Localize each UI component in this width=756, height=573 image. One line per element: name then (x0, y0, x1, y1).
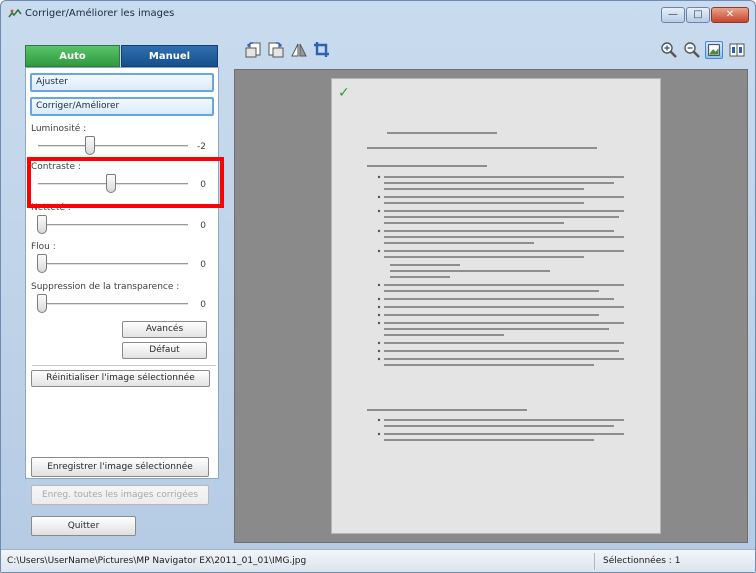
window-controls: — □ ✕ (661, 7, 749, 23)
blur-slider-track[interactable] (38, 263, 188, 265)
show-through-removal-slider-thumb[interactable] (37, 294, 47, 313)
maximize-button[interactable]: □ (686, 7, 710, 23)
brightness-slider-track[interactable] (38, 145, 188, 147)
status-separator (594, 553, 595, 570)
blur-value: 0 (200, 260, 206, 270)
brightness-highlight-box (27, 157, 224, 208)
rotate-left-icon[interactable] (244, 41, 262, 59)
sharpness-slider-thumb[interactable] (37, 215, 47, 234)
brightness-label: Luminosité : (31, 124, 87, 134)
zoom-out-icon[interactable] (683, 41, 701, 59)
settings-panel: Auto Manuel Ajuster Corriger/Améliorer L… (11, 39, 231, 539)
advanced-button[interactable]: Avancés (122, 321, 207, 338)
app-icon (8, 8, 22, 18)
tab-manual[interactable]: Manuel (121, 45, 218, 67)
tab-auto[interactable]: Auto (25, 45, 120, 67)
zoom-in-icon[interactable] (660, 41, 678, 59)
scanned-page-thumbnail: ✓ (331, 78, 661, 534)
sharpness-value: 0 (200, 221, 206, 231)
show-through-removal-value: 0 (200, 300, 206, 310)
save-selected-image-button[interactable]: Enregistrer l'image sélectionnée (31, 457, 209, 477)
minimize-button[interactable]: — (661, 7, 685, 23)
default-button[interactable]: Défaut (122, 342, 207, 359)
compare-view-icon[interactable] (728, 41, 746, 59)
maximize-icon: □ (693, 9, 703, 20)
adjust-section-button[interactable]: Ajuster (30, 73, 214, 92)
blur-label: Flou : (31, 242, 56, 252)
rotate-right-icon[interactable] (267, 41, 285, 59)
file-path: C:\Users\UserName\Pictures\MP Navigator … (7, 556, 307, 566)
window-title: Corriger/Améliorer les images (25, 8, 175, 19)
scanned-text-lines (367, 132, 624, 441)
selected-count: Sélectionnées : 1 (603, 556, 681, 566)
sharpness-slider-track[interactable] (38, 224, 188, 226)
title-bar: Corriger/Améliorer les images — □ ✕ (1, 1, 755, 29)
show-through-removal-slider-track[interactable] (38, 303, 188, 305)
save-all-corrected-images-button: Enreg. toutes les images corrigées (31, 485, 209, 505)
close-button[interactable]: ✕ (711, 7, 749, 23)
settings-divider (32, 365, 216, 366)
brightness-value: -2 (197, 142, 206, 152)
brightness-slider-thumb[interactable] (85, 136, 95, 155)
quit-button[interactable]: Quitter (31, 516, 136, 536)
blur-slider-thumb[interactable] (37, 254, 47, 273)
manual-settings-box: Ajuster Corriger/Améliorer Luminosité : … (25, 67, 224, 479)
status-bar: C:\Users\UserName\Pictures\MP Navigator … (1, 549, 755, 572)
close-icon: ✕ (725, 9, 735, 20)
full-image-view-icon[interactable] (705, 41, 723, 59)
image-preview-area[interactable]: ✓ (234, 69, 748, 543)
mirror-icon[interactable] (290, 41, 308, 59)
correct-enhance-section-button[interactable]: Corriger/Améliorer (30, 97, 214, 116)
crop-icon[interactable] (313, 41, 331, 59)
minimize-icon: — (668, 9, 678, 20)
reset-selected-image-button[interactable]: Réinitialiser l'image sélectionnée (31, 370, 210, 387)
app-window: Corriger/Améliorer les images — □ ✕ Auto… (0, 0, 756, 573)
show-through-removal-label: Suppression de la transparence : (31, 282, 180, 292)
